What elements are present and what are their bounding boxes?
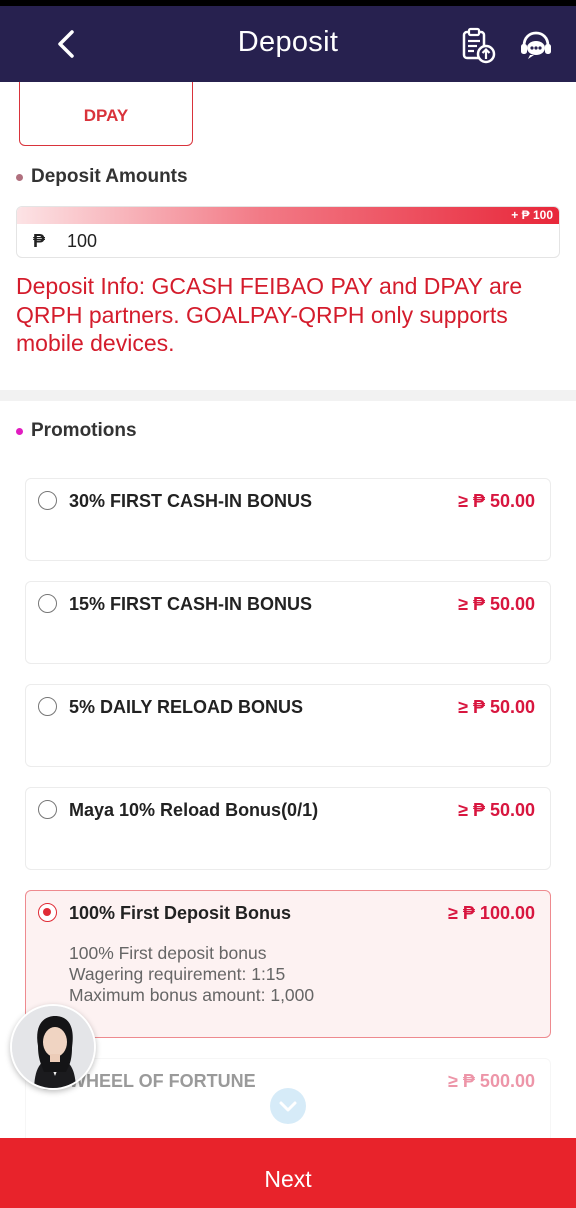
promo-option-selected[interactable]: 100% First Deposit Bonus ≥ ₱ 100.00 100%… <box>25 890 551 1038</box>
promo-name: 5% DAILY RELOAD BONUS <box>69 697 304 717</box>
scroll-down-button[interactable] <box>270 1088 306 1124</box>
promotions-title: Promotions <box>31 420 137 441</box>
chevron-down-icon <box>279 1101 297 1112</box>
bonus-tag: + ₱ 100 <box>511 208 553 222</box>
deposit-info-text: Deposit Info: GCASH FEIBAO PAY and DPAY … <box>16 273 523 356</box>
live-chat-avatar[interactable] <box>10 1004 96 1090</box>
radio-button-selected[interactable] <box>38 903 57 922</box>
promo-option[interactable]: 5% DAILY RELOAD BONUS ≥ ₱ 50.00 <box>25 684 551 767</box>
radio-button[interactable] <box>38 697 57 716</box>
next-button[interactable]: Next <box>0 1138 576 1208</box>
channel-label: DPAY <box>83 106 129 125</box>
deposit-amounts-heading: Deposit Amounts <box>16 166 188 188</box>
promo-min-amount: ≥ ₱ 50.00 <box>458 491 535 511</box>
bullet-icon <box>16 173 23 181</box>
promo-desc-line: Wagering requirement: 1:15 <box>69 964 286 984</box>
promo-min-amount: ≥ ₱ 50.00 <box>458 594 535 614</box>
promo-min-amount: ≥ ₱ 100.00 <box>448 903 535 923</box>
promo-option[interactable]: Maya 10% Reload Bonus(0/1) ≥ ₱ 50.00 <box>25 787 551 870</box>
radio-button[interactable] <box>38 491 57 510</box>
bonus-bar <box>17 207 559 224</box>
radio-button[interactable] <box>38 594 57 613</box>
customer-service-icon <box>521 31 551 59</box>
app-header: Deposit <box>0 6 576 82</box>
deposit-amounts-title: Deposit Amounts <box>31 166 188 187</box>
customer-service-button[interactable] <box>516 28 556 64</box>
radio-button[interactable] <box>38 800 57 819</box>
bullet-icon <box>16 427 23 435</box>
promo-option[interactable]: 30% FIRST CASH-IN BONUS ≥ ₱ 50.00 <box>25 478 551 561</box>
deposit-record-button[interactable] <box>458 26 498 66</box>
promo-min-amount: ≥ ₱ 500.00 <box>448 1071 535 1091</box>
promotions-heading: Promotions <box>16 420 137 442</box>
promo-min-amount: ≥ ₱ 50.00 <box>458 697 535 717</box>
peso-icon: ₱ <box>33 231 46 251</box>
deposit-record-icon <box>462 27 496 64</box>
promo-name: 30% FIRST CASH-IN BONUS <box>69 491 313 511</box>
section-divider <box>0 390 576 401</box>
amount-input[interactable]: 100 <box>67 231 367 252</box>
promo-name: 100% First Deposit Bonus <box>69 903 292 923</box>
promo-desc-line: Maximum bonus amount: 1,000 <box>69 985 315 1005</box>
deposit-content: DPAY Deposit Amounts + ₱ 100 ₱ 100 Depos… <box>0 82 576 1138</box>
amount-field[interactable]: + ₱ 100 ₱ 100 <box>16 206 560 258</box>
promo-desc-line: 100% First deposit bonus <box>69 943 267 963</box>
promo-option[interactable]: 15% FIRST CASH-IN BONUS ≥ ₱ 50.00 <box>25 581 551 664</box>
promo-description: 100% First deposit bonus Wagering requir… <box>69 943 314 1006</box>
promo-name: Maya 10% Reload Bonus(0/1) <box>69 800 319 820</box>
promo-min-amount: ≥ ₱ 50.00 <box>458 800 535 820</box>
agent-portrait-icon <box>12 1006 94 1088</box>
promo-name: WHEEL OF FORTUNE <box>69 1071 256 1091</box>
channel-option-dpay[interactable]: DPAY <box>19 82 193 146</box>
promo-name: 15% FIRST CASH-IN BONUS <box>69 594 313 614</box>
